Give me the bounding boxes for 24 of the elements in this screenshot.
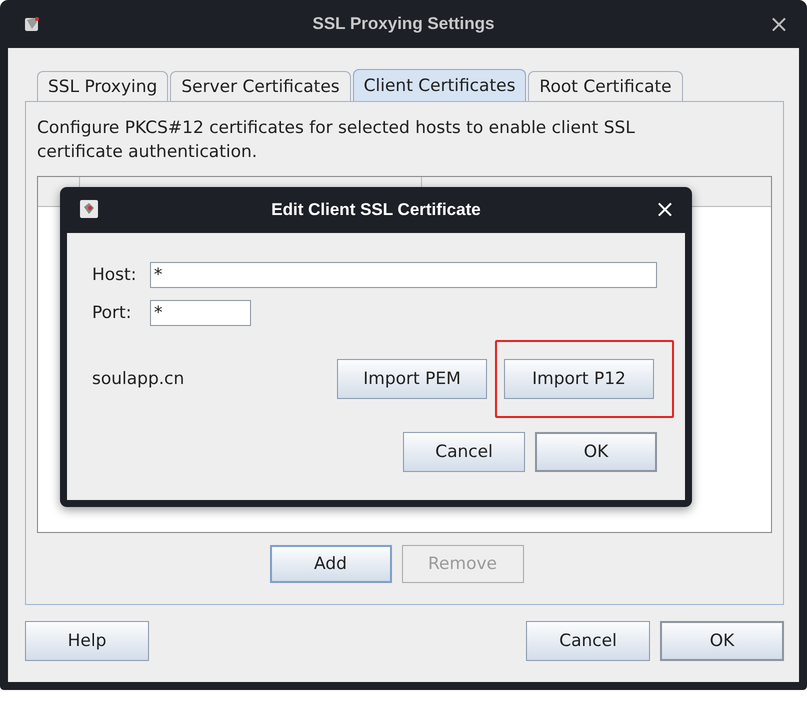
dialog-button[interactable]: OK (535, 432, 657, 472)
domain-text: soulapp.cn (92, 369, 184, 389)
field-label: Host: (92, 265, 138, 285)
input-field[interactable]: * (150, 300, 251, 326)
window-title: SSL Proxying Settings (312, 14, 494, 34)
tab[interactable]: SSL Proxying (37, 71, 168, 101)
dialog-button[interactable]: Cancel (403, 432, 525, 472)
tab[interactable]: Root Certificate (528, 71, 683, 101)
table-action-button[interactable]: Add (270, 545, 392, 583)
field-label: Port: (92, 303, 132, 323)
app-icon (22, 14, 42, 34)
input-field[interactable]: * (150, 262, 657, 288)
dialog-title: Edit Client SSL Certificate (271, 200, 481, 220)
import-button[interactable]: Import PEM (337, 359, 487, 399)
import-button[interactable]: Import P12 (504, 359, 654, 399)
dialog-button[interactable]: OK (660, 621, 784, 661)
dialog-button[interactable]: Cancel (526, 621, 650, 661)
close-button[interactable]: × (762, 10, 795, 38)
tab[interactable]: Client Certificates (352, 69, 526, 101)
description-text: Configure PKCS#12 certificates for selected hosts to enable client SSL certificate authentication. (37, 117, 636, 164)
tab[interactable]: Server Certificates (170, 71, 351, 101)
close-button[interactable]: × (648, 195, 681, 223)
help-button[interactable]: Help (25, 621, 149, 661)
app-icon (79, 199, 99, 219)
